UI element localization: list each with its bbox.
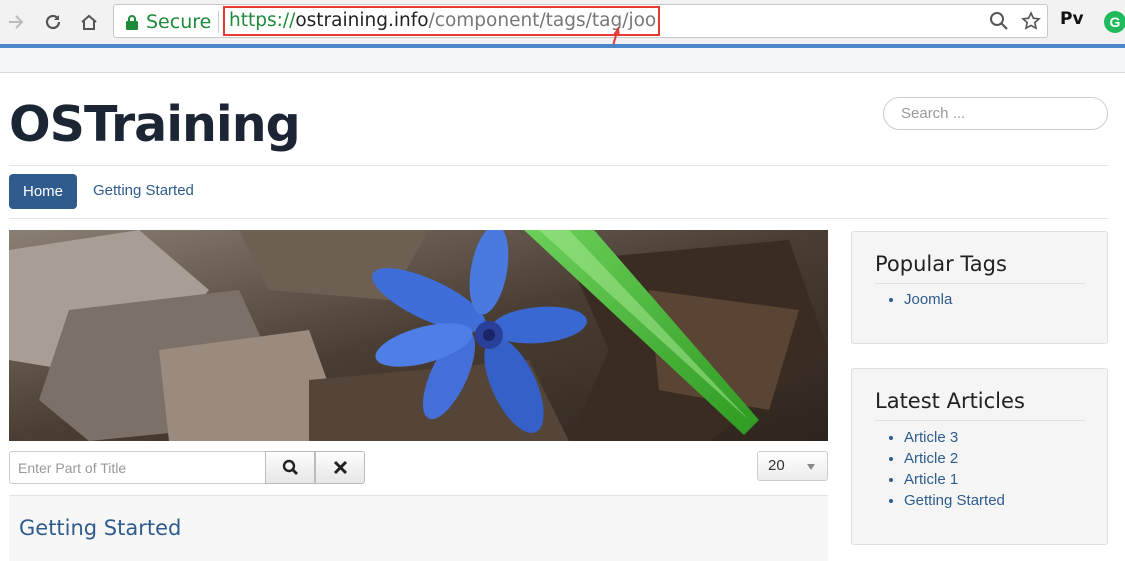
tag-link-joomla[interactable]: Joomla	[904, 289, 952, 310]
popular-tags-module: Popular Tags Joomla	[851, 231, 1108, 344]
nav-item-home[interactable]: Home	[9, 174, 77, 209]
title-filter-input[interactable]	[9, 451, 266, 484]
nav-divider	[9, 218, 1108, 219]
article-link-article-1[interactable]: Article 1	[904, 469, 1005, 490]
article-link-article-3[interactable]: Article 3	[904, 427, 1005, 448]
search-input[interactable]	[883, 97, 1108, 130]
filter-search-button[interactable]	[265, 451, 315, 484]
url-path: /component/tags/tag/joomla	[428, 10, 658, 31]
extension-pv-icon[interactable]: Pv	[1060, 9, 1084, 29]
latest-articles-list: Article 3 Article 2 Article 1 Getting St…	[904, 427, 1005, 511]
latest-articles-title: Latest Articles	[875, 389, 1085, 421]
limit-value: 20	[768, 457, 785, 474]
close-icon	[333, 460, 347, 475]
search-icon	[282, 459, 298, 475]
reload-icon[interactable]	[41, 10, 65, 34]
filter-clear-button[interactable]	[315, 451, 365, 484]
grammarly-extension-icon[interactable]: G	[1104, 11, 1125, 33]
popular-tags-list: Joomla	[904, 289, 952, 310]
zoom-icon[interactable]	[989, 11, 1009, 31]
header-divider	[9, 165, 1108, 166]
address-bar[interactable]: Secure https://ostraining.info/component…	[113, 4, 1048, 38]
secure-label: Secure	[146, 11, 212, 33]
address-separator	[218, 11, 219, 33]
hero-image	[9, 230, 828, 441]
site-title[interactable]: OSTraining	[9, 94, 301, 156]
latest-articles-module: Latest Articles Article 3 Article 2 Arti…	[851, 368, 1108, 545]
browser-toolbar: Secure https://ostraining.info/component…	[0, 0, 1125, 57]
limit-select[interactable]: 20	[757, 451, 828, 481]
item-title-link[interactable]: Getting Started	[19, 516, 181, 540]
page-top-strip	[0, 48, 1125, 73]
url-protocol: https://	[229, 10, 296, 31]
lock-icon	[126, 14, 138, 30]
url-text[interactable]: https://ostraining.info/component/tags/t…	[223, 6, 660, 36]
url-host: ostraining.info	[295, 10, 429, 31]
nav-item-getting-started[interactable]: Getting Started	[93, 182, 194, 199]
secure-indicator[interactable]: Secure	[126, 11, 211, 33]
popular-tags-title: Popular Tags	[875, 252, 1085, 284]
article-link-article-2[interactable]: Article 2	[904, 448, 1005, 469]
home-icon[interactable]	[77, 10, 101, 34]
forward-icon[interactable]	[4, 10, 28, 34]
article-link-getting-started[interactable]: Getting Started	[904, 490, 1005, 511]
chevron-down-icon	[807, 464, 815, 470]
list-item: Getting Started	[9, 496, 828, 561]
bookmark-star-icon[interactable]	[1021, 11, 1041, 31]
